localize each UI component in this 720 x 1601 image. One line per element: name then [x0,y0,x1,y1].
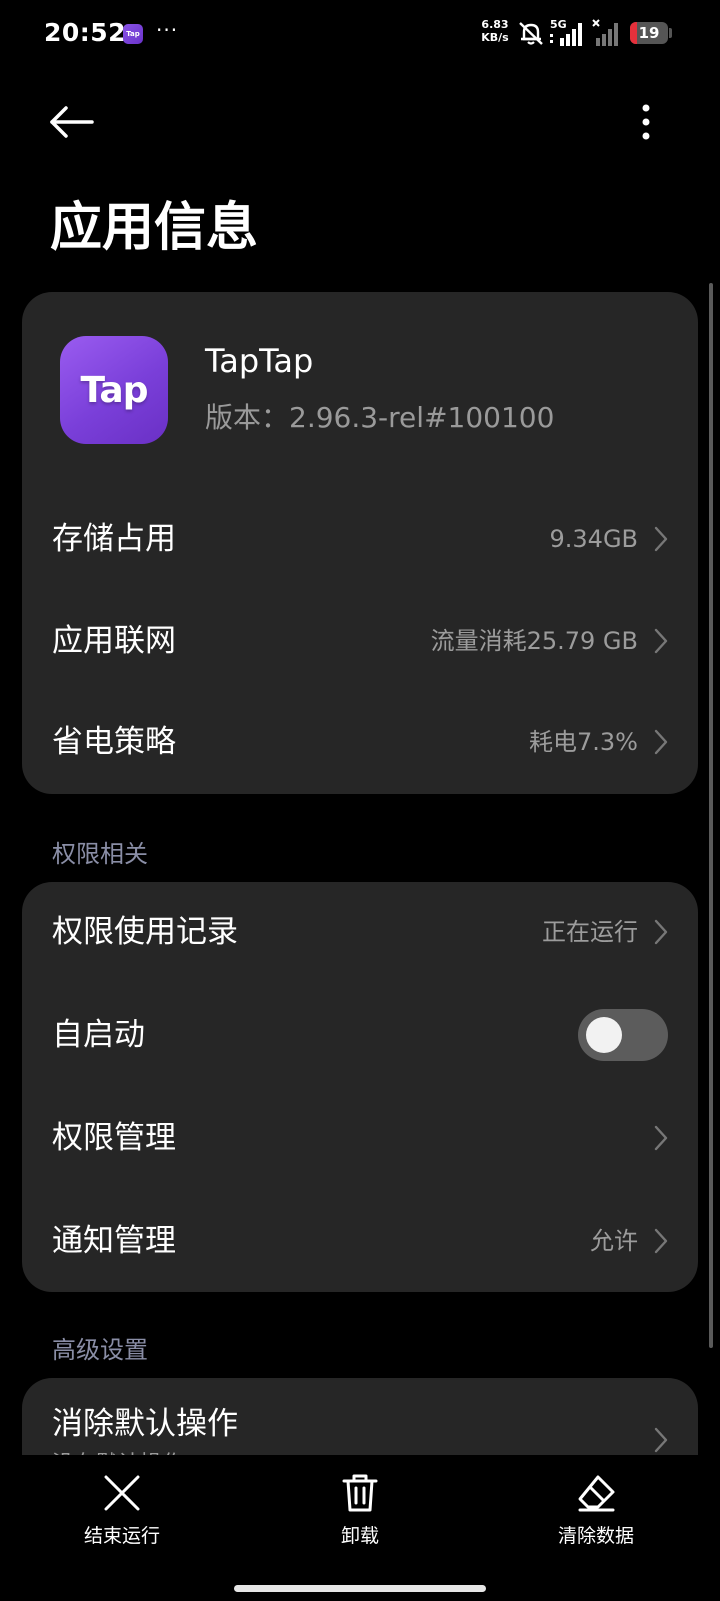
app-info-card: Tap TapTap 版本：2.96.3-rel#100100 存储占用 9.3… [22,292,698,794]
uninstall-label: 卸载 [340,1525,379,1547]
row-permission-usage-label: 权限使用记录 [52,914,238,950]
app-version: 版本：2.96.3-rel#100100 [205,401,555,434]
page-title: 应用信息 [50,198,259,258]
battery-tip [669,28,672,38]
force-stop-label: 结束运行 [83,1525,160,1547]
status-bar: 20:52 Tap ··· 6.83 KB/s 5G 19 [0,0,720,70]
home-indicator[interactable] [234,1585,486,1592]
section-advanced-title: 高级设置 [52,1336,148,1364]
back-arrow-icon[interactable] [42,98,98,154]
scrollbar[interactable] [709,283,713,1348]
network-speed: 6.83 KB/s [478,18,512,44]
row-storage-label: 存储占用 [52,521,176,557]
row-autostart: 自启动 [22,985,698,1085]
bell-off-icon [519,22,543,45]
trash-icon [342,1474,378,1512]
row-network-value: 流量消耗25.79 GB [430,627,638,655]
row-battery-saving-value: 耗电7.3% [529,728,638,756]
row-permission-manage[interactable]: 权限管理 [22,1088,698,1188]
more-vertical-icon[interactable] [620,100,676,156]
app-icon-label: Tap [80,369,149,411]
section-permissions-title: 权限相关 [52,840,148,868]
uninstall-button[interactable]: 卸载 [280,1473,440,1573]
bottom-action-bar: 结束运行 卸载 清除数据 [0,1455,720,1601]
eraser-icon [578,1475,615,1512]
chevron-right-icon [654,1228,668,1254]
row-permission-usage[interactable]: 权限使用记录 正在运行 [22,882,698,982]
chevron-right-icon [654,729,668,755]
network-type-label: 5G [550,18,567,31]
row-storage-value: 9.34GB [549,525,639,553]
row-clear-default-label: 消除默认操作 [52,1406,238,1442]
row-notification-manage-value: 允许 [590,1227,638,1255]
chevron-right-icon [654,1427,668,1453]
clear-data-button[interactable]: 清除数据 [516,1473,676,1573]
app-name: TapTap [205,342,314,380]
permissions-card: 权限使用记录 正在运行 自启动 权限管理 通知管理 允许 [22,882,698,1292]
clear-data-label: 清除数据 [557,1525,634,1547]
row-permission-usage-value: 正在运行 [542,918,638,946]
row-permission-manage-label: 权限管理 [52,1120,176,1156]
signal-5g-icon: 5G [550,18,582,46]
taptap-app-icon: Tap [60,336,168,444]
force-stop-button[interactable]: 结束运行 [42,1473,202,1573]
close-icon [104,1475,140,1511]
row-storage[interactable]: 存储占用 9.34GB [22,489,698,589]
signal-no-service-icon [592,19,618,46]
row-notification-manage-label: 通知管理 [52,1223,176,1259]
network-speed-unit: KB/s [481,31,509,44]
chevron-right-icon [654,628,668,654]
row-battery-saving[interactable]: 省电策略 耗电7.3% [22,692,698,792]
chevron-right-icon [654,1125,668,1151]
toggle-knob [586,1017,622,1053]
autostart-toggle[interactable] [578,1009,668,1061]
battery-level: 19 [638,24,660,42]
status-time: 20:52 [44,18,127,47]
row-battery-saving-label: 省电策略 [52,724,176,760]
taptap-notification-icon: Tap [123,24,143,44]
more-notifications-icon: ··· [156,18,179,42]
row-network[interactable]: 应用联网 流量消耗25.79 GB [22,591,698,691]
row-notification-manage[interactable]: 通知管理 允许 [22,1191,698,1291]
network-speed-value: 6.83 [481,18,509,31]
chevron-right-icon [654,919,668,945]
row-autostart-label: 自启动 [52,1017,145,1053]
row-network-label: 应用联网 [52,623,176,659]
battery-icon: 19 [630,22,668,44]
chevron-right-icon [654,526,668,552]
